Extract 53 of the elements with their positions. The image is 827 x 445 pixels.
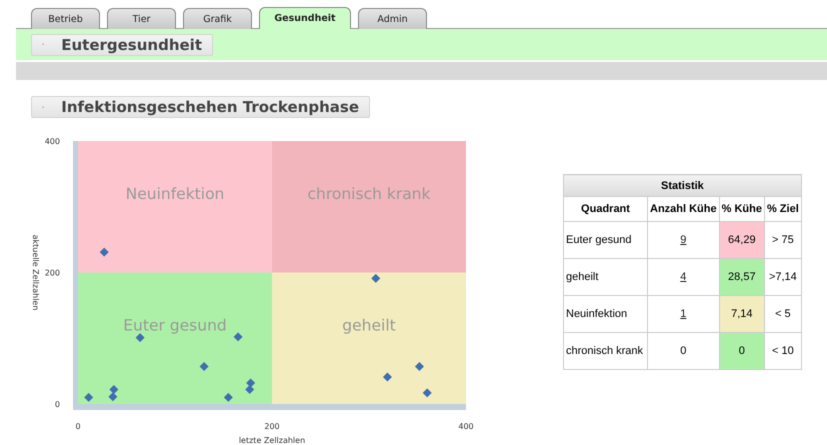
column-header: Quadrant bbox=[564, 196, 648, 222]
table-cell: < 10 bbox=[764, 332, 802, 370]
data-point bbox=[246, 378, 256, 388]
quadrant-label: Neuinfektion bbox=[126, 184, 224, 203]
tab[interactable]: Gesundheit bbox=[259, 7, 351, 29]
count-link[interactable]: 4 bbox=[680, 271, 686, 283]
y-tick-label: 400 bbox=[44, 137, 60, 146]
quadrant-label: geheilt bbox=[342, 316, 396, 334]
table-cell: >7,14 bbox=[764, 258, 802, 296]
data-point bbox=[422, 388, 432, 398]
data-point bbox=[234, 332, 243, 342]
tab[interactable]: Admin bbox=[358, 8, 427, 29]
y-tick-label: 0 bbox=[54, 400, 60, 409]
table-cell: 0 bbox=[680, 345, 686, 357]
tab[interactable]: Betrieb bbox=[31, 8, 100, 29]
x-tick-label: 0 bbox=[75, 422, 81, 431]
data-point bbox=[100, 248, 109, 257]
data-point bbox=[200, 362, 209, 372]
table-cell: geheilt bbox=[564, 258, 648, 296]
table-cell: > 75 bbox=[764, 222, 802, 258]
table-cell: < 5 bbox=[764, 296, 802, 332]
panel-header[interactable]: Infektionsgeschehen Trockenphase bbox=[31, 96, 370, 118]
x-tick-label: 200 bbox=[264, 422, 280, 431]
table-cell: chronisch krank bbox=[564, 332, 648, 370]
quadrant-label: chronisch krank bbox=[308, 184, 430, 203]
x-tick-label: 400 bbox=[458, 422, 474, 431]
quadrant-label: Euter gesund bbox=[123, 316, 227, 334]
table-cell: Euter gesund bbox=[564, 222, 648, 258]
data-point bbox=[109, 385, 118, 394]
column-header: Anzahl Kühe bbox=[648, 196, 720, 222]
tab[interactable]: Tier bbox=[107, 8, 176, 29]
table-cell: 64,29 bbox=[719, 222, 764, 258]
data-point bbox=[108, 392, 118, 402]
table-title: Statistik bbox=[564, 174, 802, 196]
count-link[interactable]: 1 bbox=[680, 308, 686, 320]
tab[interactable]: Grafik bbox=[183, 8, 252, 29]
table-cell: 28,57 bbox=[719, 258, 764, 296]
table-cell: 0 bbox=[719, 332, 764, 370]
data-point bbox=[414, 362, 424, 372]
data-point bbox=[84, 392, 94, 402]
column-header: % Ziel bbox=[764, 196, 802, 222]
count-link[interactable]: 9 bbox=[680, 234, 686, 246]
table-cell: 7,14 bbox=[719, 296, 764, 332]
data-point bbox=[245, 385, 254, 394]
y-tick-label: 200 bbox=[44, 268, 60, 278]
data-point bbox=[382, 372, 392, 382]
data-point bbox=[224, 392, 233, 402]
table-cell: Neuinfektion bbox=[564, 296, 648, 332]
column-header: % Kühe bbox=[719, 196, 764, 222]
section-header[interactable]: Eutergesundheit bbox=[31, 34, 213, 56]
data-point bbox=[136, 333, 145, 342]
x-axis-title: letzte Zellzahlen bbox=[238, 436, 306, 445]
y-axis-title: aktuelle Zellzahlen bbox=[31, 234, 40, 310]
